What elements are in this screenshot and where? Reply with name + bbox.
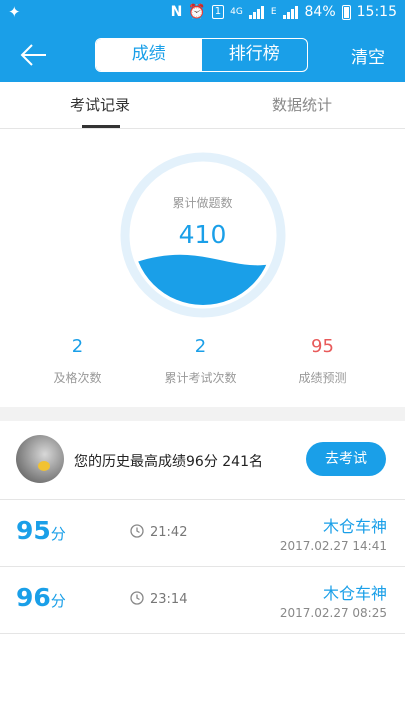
tab-bar: 考试记录 数据统计 [0, 82, 405, 129]
stat-value: 2 [71, 336, 84, 357]
gauge-value: 410 [178, 220, 227, 249]
sim-icon: 1 [211, 5, 225, 19]
battery-icon [341, 4, 351, 20]
usb-icon: ✦ [8, 3, 21, 21]
list-item[interactable]: 95分 21:42 木仓车神 2017.02.27 14:41 [0, 500, 405, 567]
nfc-icon: N [170, 4, 183, 20]
battery-percent: 84% [304, 4, 336, 20]
signal-icon [248, 5, 265, 19]
stat-pass-count: 2 及格次数 [10, 336, 145, 386]
clock-icon [130, 524, 144, 538]
score-unit: 分 [50, 525, 66, 543]
tab-exam-records[interactable]: 考试记录 [70, 94, 130, 115]
stat-label: 成绩预测 [298, 371, 347, 385]
arrow-left-icon [20, 44, 46, 66]
segment-scores[interactable]: 成绩 [96, 39, 202, 71]
record-name: 木仓车神 [322, 584, 387, 603]
clock-time: 15:15 [356, 4, 397, 20]
stat-value: 95 [311, 336, 334, 357]
stat-value: 2 [194, 336, 207, 357]
segment-control: 成绩 排行榜 [95, 38, 308, 72]
tab-statistics[interactable]: 数据统计 [272, 94, 332, 115]
stat-score-prediction: 95 成绩预测 [255, 336, 390, 386]
gauge-label: 累计做题数 [172, 196, 233, 210]
status-bar: ✦ N ⏰ 1 4G E 84% 15:15 [0, 0, 405, 28]
record-score: 96分 [16, 583, 66, 612]
best-score-text: 您的历史最高成绩96分 241名 [74, 454, 263, 470]
tab-indicator [82, 125, 120, 128]
stat-exam-count: 2 累计考试次数 [133, 336, 268, 386]
network-label: 4G [230, 7, 243, 17]
record-duration: 23:14 [150, 592, 188, 607]
start-exam-button[interactable]: 去考试 [306, 442, 386, 476]
best-score-row: 您的历史最高成绩96分 241名 去考试 [0, 421, 405, 500]
back-button[interactable] [18, 40, 50, 70]
score-unit: 分 [50, 592, 66, 610]
stat-label: 累计考试次数 [164, 371, 237, 385]
record-date: 2017.02.27 14:41 [279, 539, 387, 553]
clock-icon [130, 591, 144, 605]
segment-ranking[interactable]: 排行榜 [202, 39, 308, 71]
signal-icon-2 [282, 5, 299, 19]
status-icons: N ⏰ 1 4G E 84% 15:15 [171, 4, 397, 20]
nav-bar: 成绩 排行榜 清空 [0, 28, 405, 82]
clear-button[interactable]: 清空 [351, 43, 385, 68]
network-type-label: E [270, 7, 277, 17]
score-value: 96 [16, 583, 51, 612]
avatar[interactable] [16, 435, 64, 483]
record-date: 2017.02.27 08:25 [279, 606, 387, 620]
list-item[interactable]: 96分 23:14 木仓车神 2017.02.27 08:25 [0, 567, 405, 634]
score-value: 95 [16, 516, 51, 545]
stat-label: 及格次数 [53, 371, 102, 385]
alarm-icon: ⏰ [188, 4, 206, 20]
section-divider [0, 407, 405, 421]
record-score: 95分 [16, 516, 66, 545]
record-name: 木仓车神 [322, 517, 387, 536]
record-duration: 21:42 [150, 525, 188, 540]
